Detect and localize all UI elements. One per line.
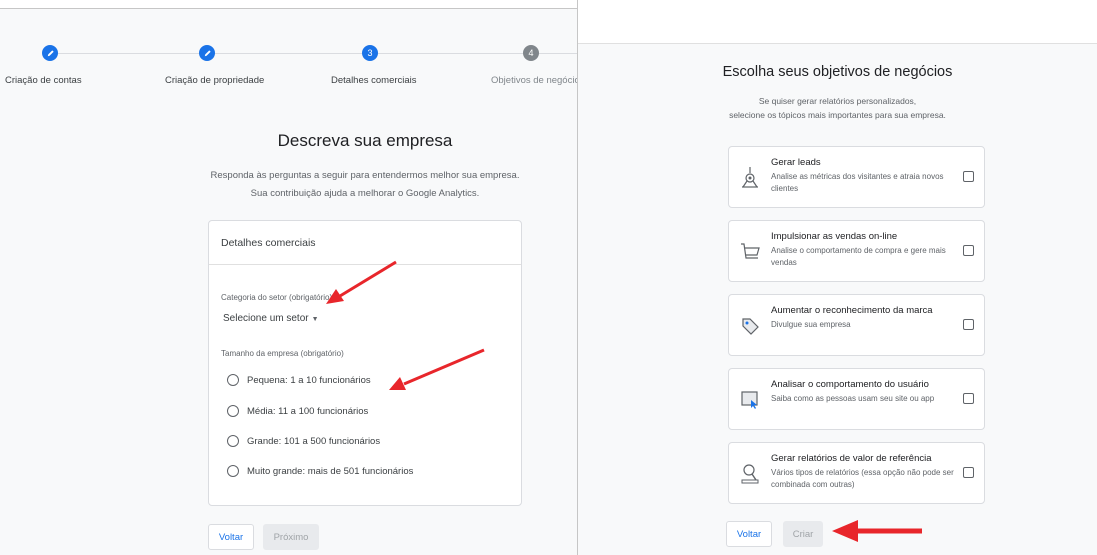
radio-circle-icon[interactable] (227, 374, 239, 386)
stepper-connector (539, 53, 577, 54)
radio-size-large[interactable]: Grande: 101 a 500 funcionários (227, 435, 380, 447)
right-panel-business-objectives: Escolha seus objetivos de negócios Se qu… (578, 0, 1097, 555)
red-arrow-annotation (832, 520, 922, 542)
radio-size-very-large[interactable]: Muito grande: mais de 501 funcionários (227, 465, 413, 477)
brand-tag-icon (742, 318, 759, 335)
objective-title: Analisar o comportamento do usuário (771, 379, 929, 390)
page-title: Descreva sua empresa (277, 131, 453, 150)
subtitle-line: Se quiser gerar relatórios personalizado… (758, 96, 917, 106)
objective-description: Vários tipos de relatórios (essa opção n… (771, 468, 954, 489)
objective-checkbox[interactable] (963, 245, 974, 256)
size-option-name: Pequena: (247, 374, 288, 386)
card-header: Detalhes comerciais (209, 221, 521, 265)
radio-circle-icon[interactable] (227, 435, 239, 447)
size-option-range: 11 a 100 funcionários (275, 405, 369, 417)
subtitle-line: selecione os tópicos mais importantes pa… (729, 110, 946, 120)
back-button[interactable]: Voltar (726, 521, 772, 547)
size-option-name: Média: (247, 405, 276, 417)
objective-title: Aumentar o reconhecimento da marca (771, 305, 933, 316)
objective-card-online-sales[interactable]: Impulsionar as vendas on-line Analise o … (728, 220, 985, 282)
objective-checkbox[interactable] (963, 393, 974, 404)
sector-label: Categoria do setor (obrigatório) (221, 293, 333, 302)
subtitle-line: Sua contribuição ajuda a melhorar o Goog… (250, 188, 480, 199)
objective-checkbox[interactable] (963, 319, 974, 330)
next-button[interactable]: Próximo (263, 524, 319, 550)
size-option-range: mais de 501 funcionários (305, 465, 414, 477)
stepper-connector (378, 53, 523, 54)
leads-target-icon (742, 167, 758, 188)
shopping-cart-icon (741, 243, 760, 259)
size-option-name: Muito grande: (247, 465, 306, 477)
page-subtitle: Responda às perguntas a seguir para ente… (0, 167, 577, 203)
top-bar (578, 0, 1097, 44)
objective-card-user-behavior[interactable]: Analisar o comportamento do usuário Saib… (728, 368, 985, 430)
step-label: Objetivos de negócios (491, 75, 577, 86)
objective-checkbox[interactable] (963, 171, 974, 182)
objective-checkbox[interactable] (963, 467, 974, 478)
step-3-current: 3 (362, 45, 378, 61)
size-label: Tamanho da empresa (obrigatório) (221, 349, 344, 358)
objective-card-brand-awareness[interactable]: Aumentar o reconhecimento da marca Divul… (728, 294, 985, 356)
objective-description: Saiba como as pessoas usam seu site ou a… (771, 394, 935, 403)
sector-select[interactable]: Selecione um setor ▼ (223, 313, 319, 324)
stepper-connector (214, 53, 362, 54)
objective-title: Gerar relatórios de valor de referência (771, 453, 932, 464)
objective-description: Analise o comportamento de compra e gere… (771, 246, 946, 267)
radio-size-small[interactable]: Pequena: 1 a 10 funcionários (227, 374, 371, 386)
page-title: Escolha seus objetivos de negócios (722, 64, 953, 80)
objective-card-generate-leads[interactable]: Gerar leads Analise as métricas dos visi… (728, 146, 985, 208)
size-option-range: 1 a 10 funcionários (287, 374, 371, 386)
user-behavior-icon (741, 391, 758, 409)
objective-description: Divulgue sua empresa (771, 320, 851, 329)
left-panel-business-details: 3 4 Criação de contas Criação de proprie… (0, 0, 577, 555)
size-option-name: Grande: (247, 435, 282, 447)
size-option-range: 101 a 500 funcionários (281, 435, 381, 447)
step-4-upcoming: 4 (523, 45, 539, 61)
radio-circle-icon[interactable] (227, 465, 239, 477)
sector-select-value: Selecione um setor (223, 313, 309, 324)
step-label: Criação de contas (5, 75, 82, 86)
objective-title: Impulsionar as vendas on-line (771, 231, 898, 242)
step-label: Criação de propriedade (165, 75, 265, 86)
dropdown-caret-icon: ▼ (311, 316, 319, 323)
back-button[interactable]: Voltar (208, 524, 254, 550)
benchmark-report-icon (741, 464, 759, 484)
page-subtitle: Se quiser gerar relatórios personalizado… (578, 94, 1097, 122)
step-label: Detalhes comerciais (331, 75, 417, 86)
screenshot-composite: 3 4 Criação de contas Criação de proprie… (0, 0, 1097, 555)
objective-description: Analise as métricas dos visitantes e atr… (771, 172, 944, 193)
objective-title: Gerar leads (771, 157, 821, 168)
radio-circle-icon[interactable] (227, 405, 239, 417)
subtitle-line: Responda às perguntas a seguir para ente… (210, 170, 520, 181)
stepper-connector (58, 53, 200, 54)
business-details-card: Detalhes comerciais Categoria do setor (… (208, 220, 522, 506)
objective-card-benchmark-reports[interactable]: Gerar relatórios de valor de referência … (728, 442, 985, 504)
step-1-done-icon (42, 45, 58, 61)
create-button[interactable]: Criar (783, 521, 823, 547)
top-bar (0, 0, 577, 9)
radio-size-medium[interactable]: Média: 11 a 100 funcionários (227, 405, 368, 417)
step-2-done-icon (199, 45, 215, 61)
